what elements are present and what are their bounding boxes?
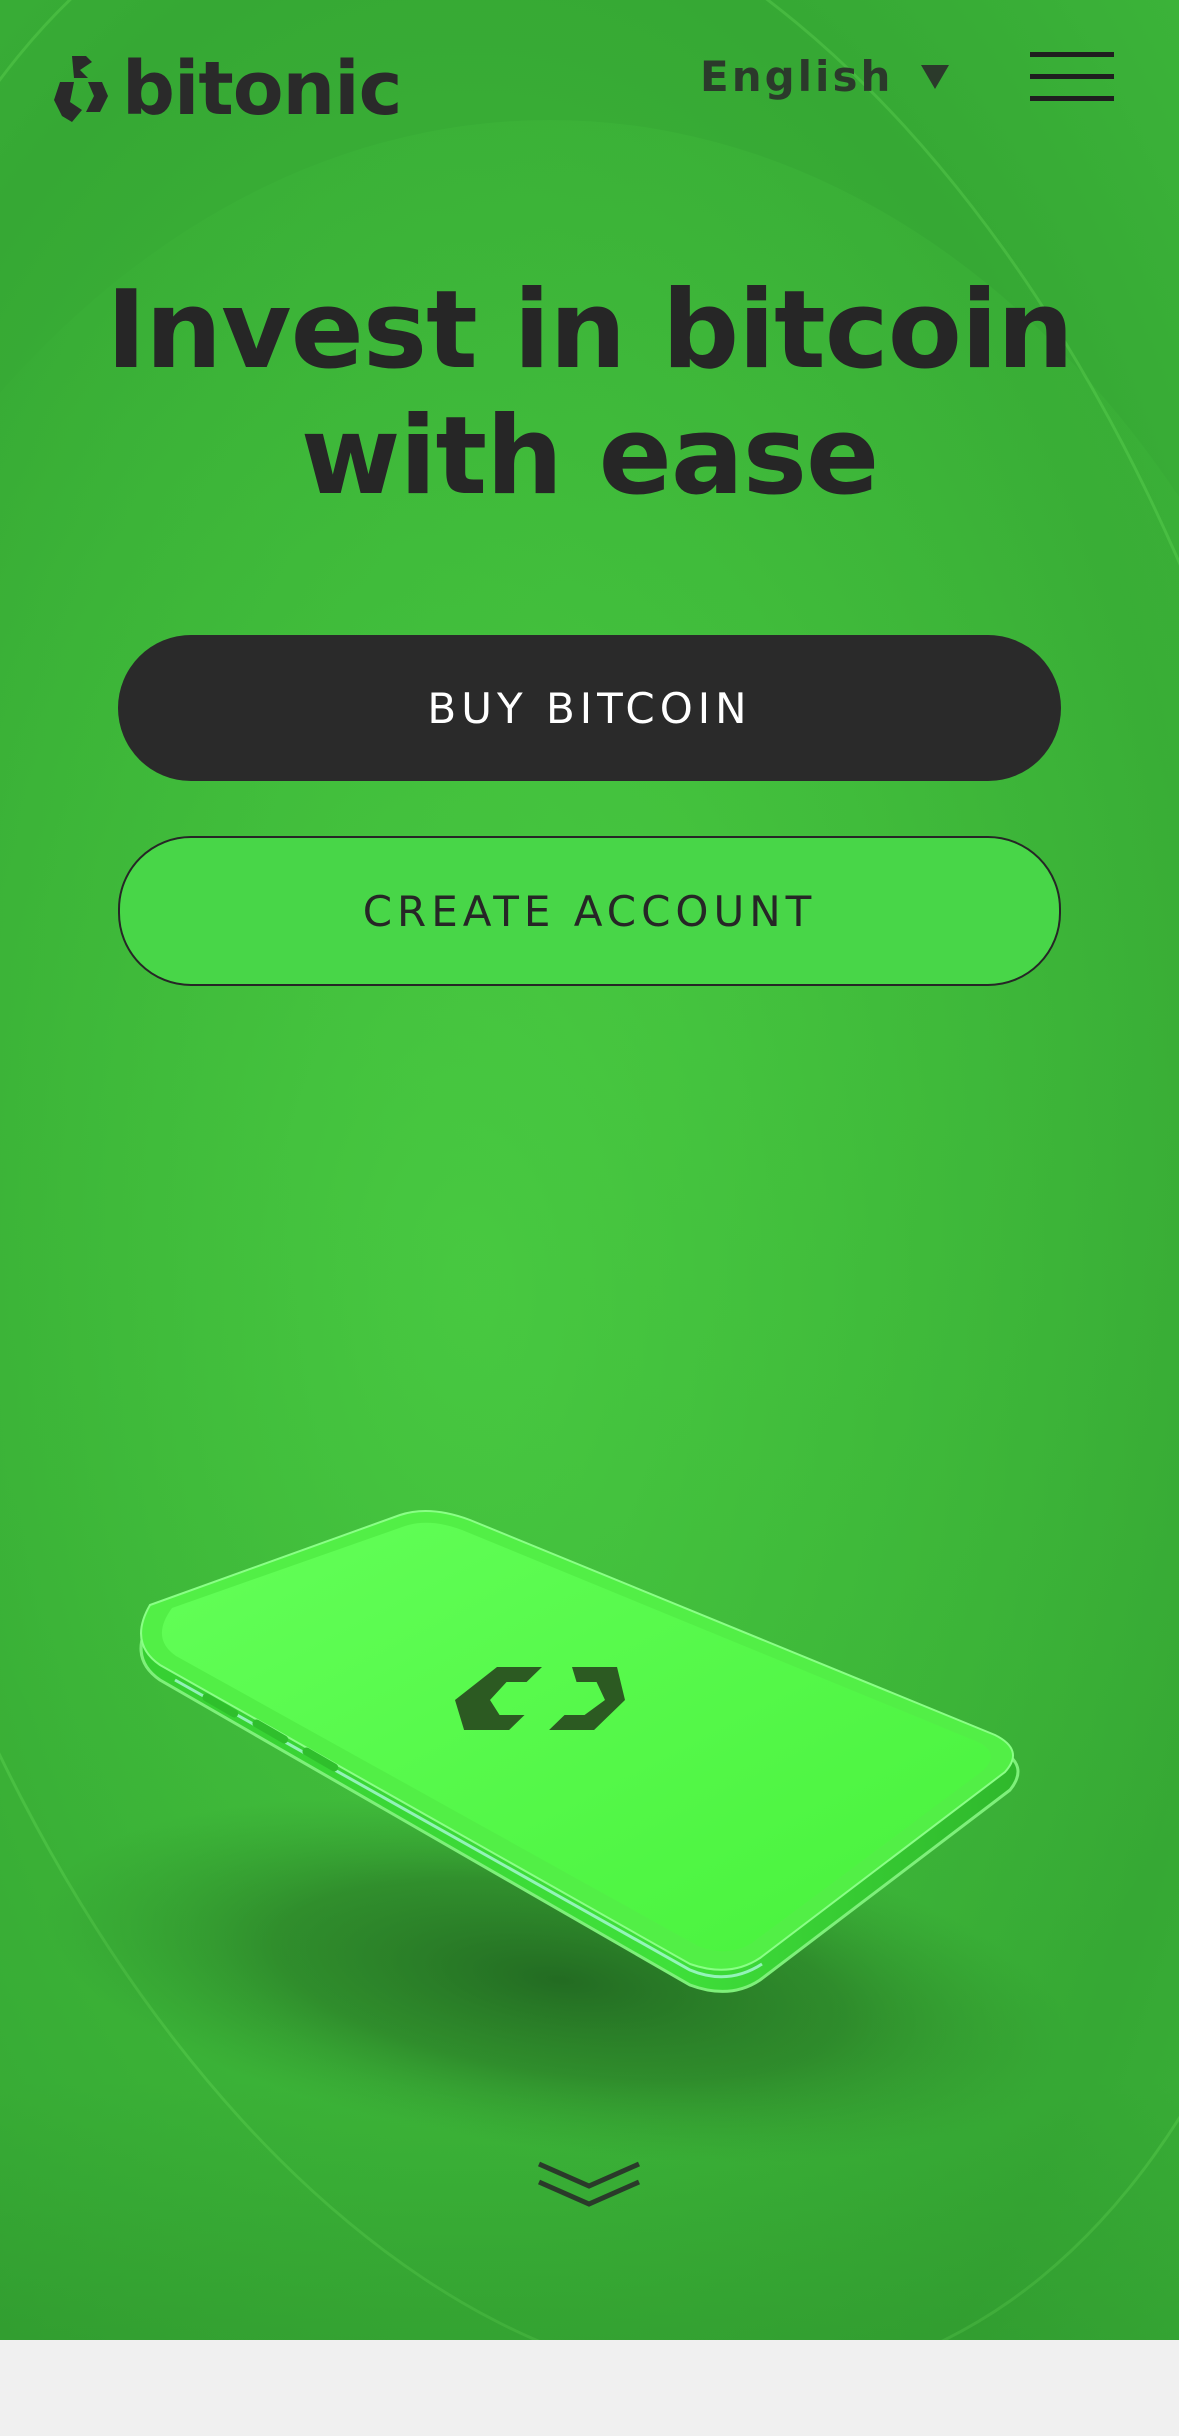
page-title: Invest in bitcoin with ease xyxy=(0,268,1179,520)
menu-bar xyxy=(1030,96,1114,101)
menu-bar xyxy=(1030,74,1114,79)
headline-line-1: Invest in bitcoin xyxy=(106,268,1074,393)
hamburger-menu-icon[interactable] xyxy=(1030,50,1114,106)
double-chevron-down-icon[interactable] xyxy=(535,2160,643,2212)
language-selector[interactable]: English xyxy=(700,52,950,101)
phone-with-bitonic-logo-illustration xyxy=(44,1510,1076,2164)
language-label: English xyxy=(700,52,894,101)
brand-logo[interactable]: bitonic xyxy=(52,46,402,132)
phone-illustration xyxy=(0,1480,1179,2200)
brand-name: bitonic xyxy=(122,46,402,132)
next-section-edge xyxy=(0,2340,1179,2436)
triangle-down-icon xyxy=(921,64,950,89)
bitonic-logo-icon xyxy=(54,56,108,122)
buy-bitcoin-button[interactable]: BUY BITCOIN xyxy=(118,635,1061,781)
hero-section: bitonic English Invest in bitcoin with e… xyxy=(0,0,1179,2340)
headline-line-2: with ease xyxy=(300,394,880,519)
menu-bar xyxy=(1030,52,1114,57)
create-account-button[interactable]: CREATE ACCOUNT xyxy=(118,836,1061,986)
